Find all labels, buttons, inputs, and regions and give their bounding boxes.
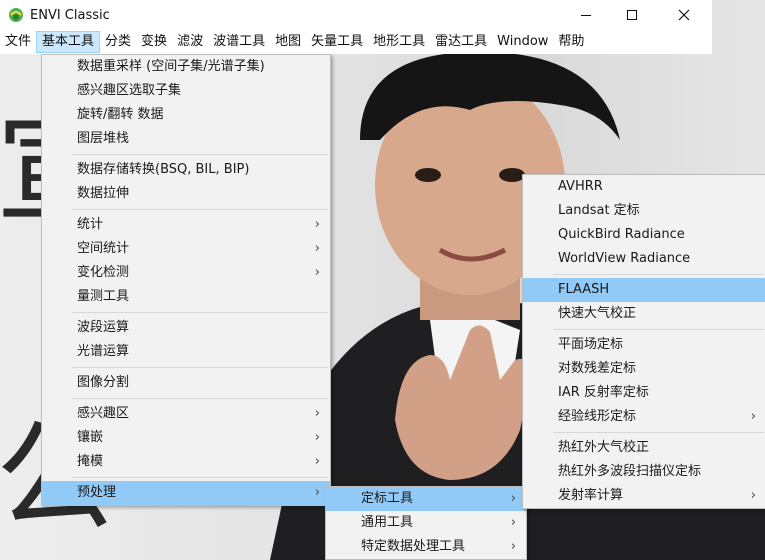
close-button[interactable]: [661, 0, 707, 30]
menu-map[interactable]: 地图: [270, 31, 306, 53]
menu-item-change-detection[interactable]: 变化检测 ›: [42, 261, 330, 285]
menu-item-label: 特定数据处理工具: [361, 539, 466, 554]
menu-item-label: 镶嵌: [77, 430, 104, 445]
menu-spectral-tools[interactable]: 波谱工具: [208, 31, 270, 53]
menu-basic-tools[interactable]: 基本工具: [36, 31, 101, 53]
preprocessing-submenu: 定标工具 › 通用工具 › 特定数据处理工具 ›: [325, 486, 527, 560]
envi-app-icon: [9, 8, 23, 22]
minimize-icon: [581, 15, 591, 16]
menu-separator: [72, 367, 328, 368]
menu-terrain-tools[interactable]: 地形工具: [368, 31, 430, 53]
menu-item-rotate-flip[interactable]: 旋转/翻转 数据: [42, 103, 330, 127]
window-title: ENVI Classic: [30, 7, 110, 23]
menu-item-label: 感兴趣区: [77, 406, 130, 421]
menu-item-preprocessing[interactable]: 预处理 ›: [42, 481, 330, 505]
menu-bar: 文件 基本工具 分类 变换 滤波 波谱工具 地图 矢量工具 地形工具 雷达工具 …: [0, 30, 712, 54]
menu-item-data-specific-tools[interactable]: 特定数据处理工具 ›: [326, 535, 526, 559]
menu-item-spatial-statistics[interactable]: 空间统计 ›: [42, 237, 330, 261]
menu-transform[interactable]: 变换: [136, 31, 172, 53]
chevron-right-icon: ›: [314, 430, 320, 445]
menu-item-spectral-math[interactable]: 光谱运算: [42, 340, 330, 364]
chevron-right-icon: ›: [510, 491, 516, 506]
menu-item-resample[interactable]: 数据重采样 (空间子集/光谱子集): [42, 55, 330, 79]
menu-item-roi-subset[interactable]: 感兴趣区选取子集: [42, 79, 330, 103]
menu-item-avhrr[interactable]: AVHRR: [523, 175, 765, 199]
menu-window[interactable]: Window: [492, 31, 553, 53]
menu-item-label: 空间统计: [77, 241, 130, 256]
menu-item-empirical-line[interactable]: 经验线形定标 ›: [523, 405, 765, 429]
menu-item-flat-field[interactable]: 平面场定标: [523, 333, 765, 357]
menu-item-label: 统计: [77, 217, 104, 232]
menu-filter[interactable]: 滤波: [172, 31, 208, 53]
menu-item-convert-interleave[interactable]: 数据存储转换(BSQ, BIL, BIP): [42, 158, 330, 182]
menu-item-statistics[interactable]: 统计 ›: [42, 213, 330, 237]
chevron-right-icon: ›: [750, 488, 756, 503]
chevron-right-icon: ›: [314, 241, 320, 256]
menu-separator: [72, 398, 328, 399]
menu-separator: [72, 312, 328, 313]
menu-vector-tools[interactable]: 矢量工具: [306, 31, 368, 53]
menu-item-band-math[interactable]: 波段运算: [42, 316, 330, 340]
menu-item-segmentation[interactable]: 图像分割: [42, 371, 330, 395]
menu-item-label: 变化检测: [77, 265, 130, 280]
menu-item-calibration-tools[interactable]: 定标工具 ›: [326, 487, 526, 511]
menu-item-layer-stacking[interactable]: 图层堆栈: [42, 127, 330, 151]
menu-item-label: 掩模: [77, 454, 104, 469]
menu-item-iar-reflectance[interactable]: IAR 反射率定标: [523, 381, 765, 405]
menu-item-roi[interactable]: 感兴趣区 ›: [42, 402, 330, 426]
chevron-right-icon: ›: [314, 217, 320, 232]
menu-separator: [553, 329, 764, 330]
chevron-right-icon: ›: [510, 539, 516, 554]
calibration-tools-submenu: AVHRR Landsat 定标 QuickBird Radiance Worl…: [522, 174, 765, 509]
menu-item-label: 发射率计算: [558, 488, 624, 503]
maximize-icon: [627, 10, 637, 20]
menu-item-label: 通用工具: [361, 515, 414, 530]
menu-item-stretch-data[interactable]: 数据拉伸: [42, 182, 330, 206]
chevron-right-icon: ›: [510, 515, 516, 530]
menu-file[interactable]: 文件: [0, 31, 36, 53]
menu-item-flaash[interactable]: FLAASH: [523, 278, 765, 302]
menu-item-label: 定标工具: [361, 491, 414, 506]
minimize-button[interactable]: [563, 0, 609, 30]
chevron-right-icon: ›: [314, 265, 320, 280]
menu-item-log-residuals[interactable]: 对数残差定标: [523, 357, 765, 381]
chevron-right-icon: ›: [314, 454, 320, 469]
menu-item-quick-atmospheric-correction[interactable]: 快速大气校正: [523, 302, 765, 326]
menu-item-worldview-radiance[interactable]: WorldView Radiance: [523, 247, 765, 271]
close-icon: [678, 9, 690, 21]
menu-item-emissivity[interactable]: 发射率计算 ›: [523, 484, 765, 508]
menu-classification[interactable]: 分类: [100, 31, 136, 53]
title-bar: ENVI Classic: [0, 0, 712, 30]
chevron-right-icon: ›: [750, 409, 756, 424]
menu-item-landsat-calibration[interactable]: Landsat 定标: [523, 199, 765, 223]
menu-item-thermal-atm-correction[interactable]: 热红外大气校正: [523, 436, 765, 460]
chevron-right-icon: ›: [314, 406, 320, 421]
menu-item-mask[interactable]: 掩模 ›: [42, 450, 330, 474]
menu-item-measurement-tool[interactable]: 量测工具: [42, 285, 330, 309]
menu-separator: [553, 432, 764, 433]
menu-item-quickbird-radiance[interactable]: QuickBird Radiance: [523, 223, 765, 247]
maximize-button[interactable]: [609, 0, 655, 30]
menu-separator: [72, 209, 328, 210]
basic-tools-dropdown: 数据重采样 (空间子集/光谱子集) 感兴趣区选取子集 旋转/翻转 数据 图层堆栈…: [41, 54, 331, 506]
menu-separator: [72, 477, 328, 478]
menu-help[interactable]: 帮助: [553, 31, 589, 53]
menu-item-general-tools[interactable]: 通用工具 ›: [326, 511, 526, 535]
menu-radar-tools[interactable]: 雷达工具: [430, 31, 492, 53]
menu-separator: [72, 154, 328, 155]
menu-separator: [553, 274, 764, 275]
chevron-right-icon: ›: [314, 485, 320, 500]
menu-item-label: 预处理: [77, 485, 117, 500]
menu-item-tims-calibration[interactable]: 热红外多波段扫描仪定标: [523, 460, 765, 484]
menu-item-mosaic[interactable]: 镶嵌 ›: [42, 426, 330, 450]
menu-item-label: 经验线形定标: [558, 409, 637, 424]
